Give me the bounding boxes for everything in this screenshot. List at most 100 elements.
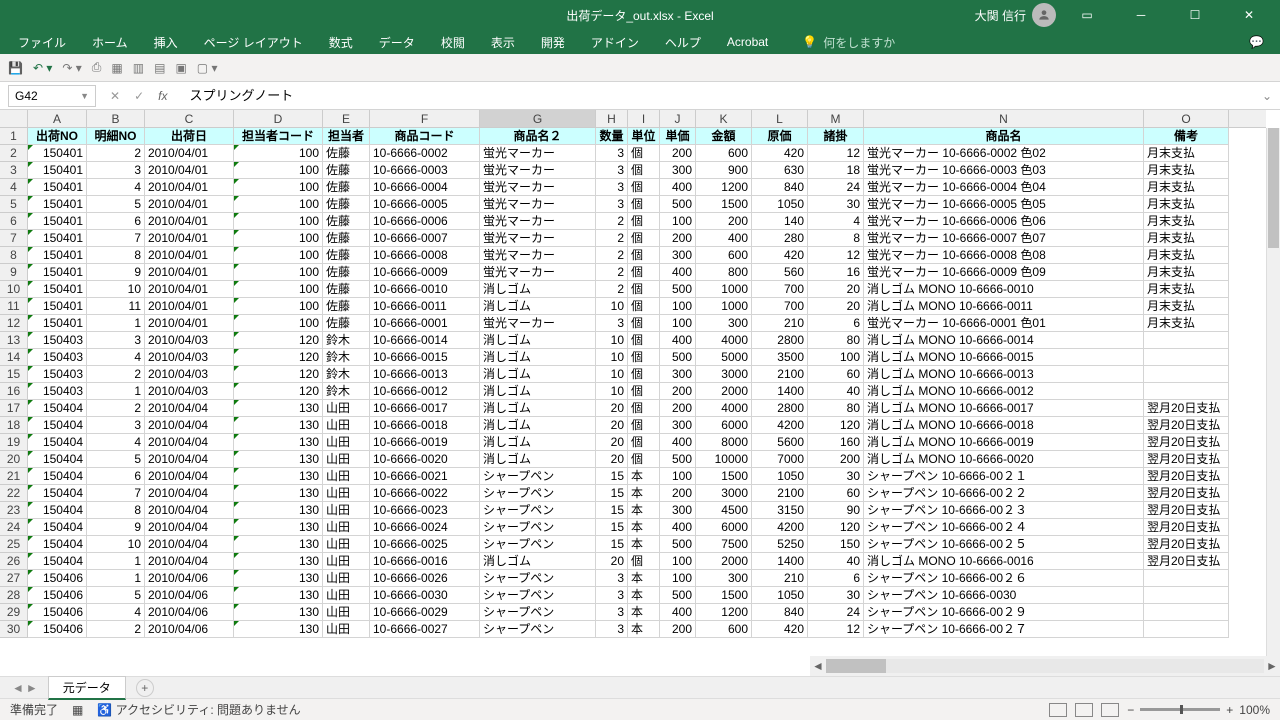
cell[interactable]: 10-6666-0030 [370, 587, 480, 604]
cell[interactable]: 消しゴム [480, 332, 596, 349]
cell[interactable]: 120 [808, 417, 864, 434]
cell[interactable]: 10 [596, 366, 628, 383]
row-header[interactable]: 21 [0, 468, 27, 485]
cell[interactable]: 200 [660, 145, 696, 162]
zoom-control[interactable]: − + 100% [1127, 703, 1270, 717]
cell[interactable]: シャープペン [480, 570, 596, 587]
cell[interactable] [1144, 332, 1229, 349]
cell[interactable]: 100 [660, 213, 696, 230]
cell[interactable]: 700 [752, 298, 808, 315]
cell[interactable]: 150406 [28, 570, 87, 587]
cell[interactable]: 担当者 [323, 128, 370, 145]
cell[interactable]: 鈴木 [323, 349, 370, 366]
cell[interactable]: 20 [808, 298, 864, 315]
cell[interactable]: 本 [628, 621, 660, 638]
cell[interactable]: 100 [234, 230, 323, 247]
cell[interactable]: 10-6666-0003 [370, 162, 480, 179]
cell[interactable]: 10-6666-0012 [370, 383, 480, 400]
cell[interactable]: 個 [628, 162, 660, 179]
cell[interactable]: 金額 [696, 128, 752, 145]
cell[interactable] [1144, 604, 1229, 621]
cell[interactable]: 商品コード [370, 128, 480, 145]
cell[interactable]: 2 [596, 247, 628, 264]
cell[interactable]: 100 [660, 315, 696, 332]
cell[interactable]: 11 [87, 298, 145, 315]
cell[interactable]: 10-6666-0016 [370, 553, 480, 570]
cell[interactable]: 消しゴム MONO 10-6666-0019 [864, 434, 1144, 451]
cell[interactable]: 翌月20日支払 [1144, 434, 1229, 451]
cancel-icon[interactable]: ✕ [110, 89, 120, 103]
cell[interactable]: 600 [696, 621, 752, 638]
cell[interactable]: 1200 [696, 604, 752, 621]
ribbon-tab[interactable]: 挿入 [142, 30, 190, 55]
cell[interactable]: 60 [808, 366, 864, 383]
cell[interactable]: 20 [596, 400, 628, 417]
cell[interactable]: 130 [234, 485, 323, 502]
cell[interactable]: 12 [808, 247, 864, 264]
cell[interactable]: 翌月20日支払 [1144, 553, 1229, 570]
cell[interactable]: 30 [808, 196, 864, 213]
cell[interactable]: 2 [87, 145, 145, 162]
cell[interactable]: 130 [234, 621, 323, 638]
cell[interactable]: 個 [628, 145, 660, 162]
cell[interactable]: 2010/04/04 [145, 400, 234, 417]
vertical-scrollbar[interactable] [1266, 128, 1280, 656]
cell[interactable]: 蛍光マーカー 10-6666-0001 色01 [864, 315, 1144, 332]
cell[interactable]: 24 [808, 604, 864, 621]
maximize-button[interactable]: ☐ [1172, 0, 1218, 30]
cells-area[interactable]: 出荷NO明細NO出荷日担当者コード担当者商品コード商品名２数量単位単価金額原価諸… [28, 128, 1266, 656]
cell[interactable]: 個 [628, 298, 660, 315]
cell[interactable]: 10-6666-0015 [370, 349, 480, 366]
cell[interactable]: シャープペン [480, 502, 596, 519]
col-header[interactable]: K [696, 110, 752, 127]
cell[interactable]: 10-6666-0018 [370, 417, 480, 434]
cell[interactable]: 蛍光マーカー [480, 315, 596, 332]
cell[interactable]: 10-6666-0011 [370, 298, 480, 315]
cell[interactable]: 1500 [696, 587, 752, 604]
cell[interactable]: 120 [234, 332, 323, 349]
cell[interactable]: 鈴木 [323, 366, 370, 383]
cell[interactable]: 840 [752, 604, 808, 621]
cell[interactable]: 300 [660, 162, 696, 179]
cell[interactable]: 120 [234, 366, 323, 383]
cell[interactable]: 消しゴム MONO 10-6666-0010 [864, 281, 1144, 298]
cell[interactable]: 150404 [28, 536, 87, 553]
col-header[interactable]: F [370, 110, 480, 127]
cell[interactable]: シャープペン [480, 519, 596, 536]
cell[interactable]: 1000 [696, 298, 752, 315]
cell[interactable]: 500 [660, 349, 696, 366]
cell[interactable]: シャープペン 10-6666-00２３ [864, 502, 1144, 519]
cell[interactable]: 3 [596, 315, 628, 332]
cell[interactable]: 130 [234, 604, 323, 621]
cell[interactable]: 400 [660, 179, 696, 196]
cell[interactable]: 150401 [28, 247, 87, 264]
cell[interactable]: 400 [660, 434, 696, 451]
cell[interactable]: 2010/04/01 [145, 264, 234, 281]
cell[interactable]: 100 [660, 468, 696, 485]
col-header[interactable]: G [480, 110, 596, 127]
cell[interactable]: 翌月20日支払 [1144, 400, 1229, 417]
cell[interactable]: 山田 [323, 485, 370, 502]
cell[interactable]: 山田 [323, 570, 370, 587]
cell[interactable]: 2010/04/06 [145, 621, 234, 638]
cell[interactable]: 150401 [28, 230, 87, 247]
cell[interactable]: 130 [234, 519, 323, 536]
select-all-button[interactable] [0, 110, 28, 128]
cell[interactable]: 5 [87, 587, 145, 604]
record-macro-icon[interactable]: ▦ [72, 703, 83, 717]
cell[interactable]: 1400 [752, 383, 808, 400]
cell[interactable]: 出荷NO [28, 128, 87, 145]
cell[interactable]: 佐藤 [323, 179, 370, 196]
cell[interactable]: 8 [87, 247, 145, 264]
cell[interactable]: 蛍光マーカー 10-6666-0002 色02 [864, 145, 1144, 162]
accessibility-status[interactable]: ♿ アクセシビリティ: 問題ありません [97, 701, 300, 718]
cell[interactable]: 12 [808, 621, 864, 638]
cell[interactable]: 3 [87, 332, 145, 349]
cell[interactable]: 300 [696, 570, 752, 587]
cell[interactable]: シャープペン [480, 485, 596, 502]
cell[interactable]: 4000 [696, 400, 752, 417]
ribbon-tab[interactable]: Acrobat [715, 31, 780, 53]
cell[interactable]: 原価 [752, 128, 808, 145]
cell[interactable]: 30 [808, 468, 864, 485]
cell[interactable]: 2010/04/01 [145, 145, 234, 162]
